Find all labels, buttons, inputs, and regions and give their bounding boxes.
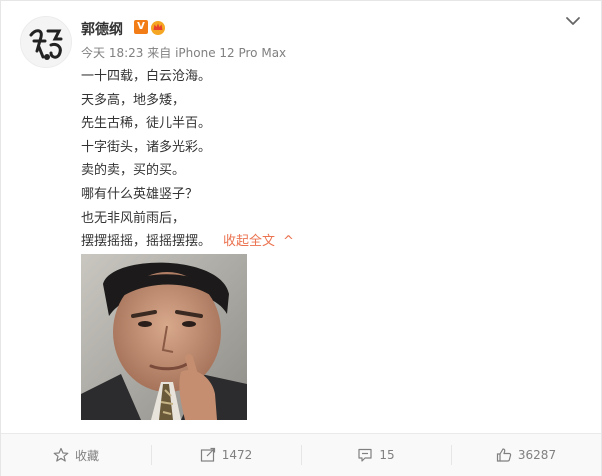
collapse-label[interactable]: 收起全文 [223,234,275,249]
author-name[interactable]: 郭德纲 [81,19,123,39]
post-source: iPhone 12 Pro Max [175,46,287,60]
verified-badge-icon: V [134,20,148,34]
post-line: 天多高，地多矮， [81,92,186,108]
post-line: 一十四载，白云沧海。 [81,69,212,84]
chevron-down-icon[interactable] [565,13,581,29]
post-line: 摆摆摇摇，摇摇摆摆。 [81,234,212,250]
star-icon [53,447,69,462]
comment-button[interactable]: 15 [301,434,451,476]
post-last-line: 摆摆摇摇，摇摇摆摆。 收起全文 ^ [81,230,581,254]
thumbs-up-icon [496,448,512,462]
post-time[interactable]: 今天 18:23 [81,46,143,60]
action-bar: 收藏 1472 15 36287 [1,433,601,476]
comment-icon [358,448,372,462]
repost-icon [200,447,215,462]
calligraphy-logo-icon [21,17,71,67]
collapse-text-link[interactable]: 收起全文 ^ [223,234,294,249]
portrait-photo [81,254,247,420]
source-prefix: 来自 [147,46,172,60]
like-count[interactable]: 36287 [518,448,556,462]
comment-count[interactable]: 15 [379,448,394,462]
weibo-post-card: 郭德纲 V 今天 18:23 来自 iPhone 12 Pro Max 一十四载… [0,0,602,476]
post-line: 哪有什么英雄竖子？ [81,186,199,202]
chevron-up-icon[interactable]: ^ [283,230,294,254]
post-text: 一十四载，白云沧海。 天多高，地多矮， 先生古稀，徒儿半百。 十字街头，诸多光彩… [81,65,581,254]
avatar[interactable] [20,16,72,68]
crown-badge-icon [151,21,165,35]
favorite-label[interactable]: 收藏 [75,447,99,464]
post-line: 卖的卖，买的买。 [81,163,186,179]
favorite-button[interactable]: 收藏 [1,434,151,476]
post-photo[interactable] [81,254,247,420]
like-button[interactable]: 36287 [451,434,601,476]
repost-count[interactable]: 1472 [222,448,253,462]
post-line: 也无非风前雨后， [81,210,186,226]
repost-button[interactable]: 1472 [151,434,301,476]
post-line: 十字街头，诸多光彩。 [81,139,212,155]
post-meta: 今天 18:23 来自 iPhone 12 Pro Max [81,44,286,61]
post-line: 先生古稀，徒儿半百。 [81,116,212,132]
